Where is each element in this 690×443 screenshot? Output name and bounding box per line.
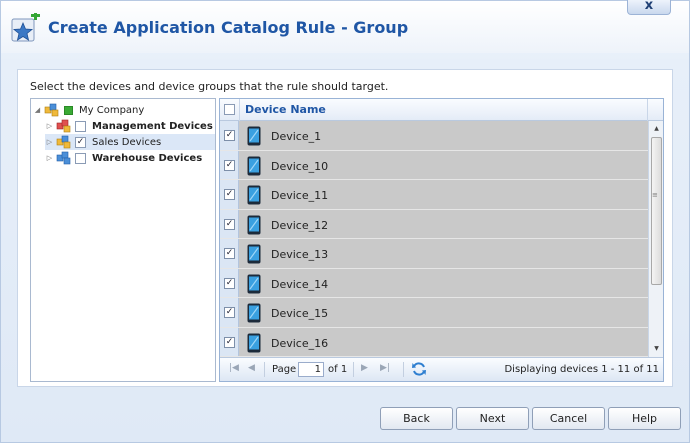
row-check-cell: ✓ <box>220 180 239 209</box>
row-checkbox[interactable]: ✓ <box>224 189 235 200</box>
tree-node-root[interactable]: ◢ My Company <box>33 102 215 118</box>
dialog-header: Create Application Catalog Rule - Group … <box>1 0 689 53</box>
warehouse-devices-checkbox[interactable] <box>75 152 86 164</box>
close-button[interactable]: x <box>627 0 671 15</box>
root-partial-checkbox[interactable] <box>64 105 73 115</box>
row-check-cell: ✓ <box>220 327 239 356</box>
pager-divider <box>403 362 404 377</box>
mobile-device-icon <box>247 333 261 352</box>
create-rule-dialog: Create Application Catalog Rule - Group … <box>0 0 690 443</box>
pager-divider <box>353 362 354 377</box>
vertical-scrollbar[interactable]: ▲ ≡ ▼ <box>648 121 663 357</box>
group-folder-icon <box>56 135 71 149</box>
expand-arrow-icon[interactable]: ▷ <box>45 122 54 130</box>
table-row[interactable]: ✓ Device_14 <box>220 268 648 298</box>
page-label: Page <box>272 364 297 375</box>
paging-status: Displaying devices 1 - 11 of 11 <box>504 364 659 375</box>
paging-toolbar: |◀ ◀ Page 1 of 1 ▶ ▶| Displaying devices… <box>220 357 663 381</box>
header-divider <box>647 99 648 121</box>
catalog-rule-icon <box>11 13 40 42</box>
device-group-tree: ◢ My Company ▷ Management Devices ▷ ✓ Sa… <box>30 98 216 382</box>
next-page-icon[interactable]: ▶ <box>361 363 368 373</box>
next-button[interactable]: Next <box>456 407 529 430</box>
select-all-checkbox[interactable] <box>224 104 235 115</box>
back-button[interactable]: Back <box>380 407 453 430</box>
mobile-device-icon <box>247 303 261 323</box>
device-name: Device_13 <box>271 248 329 261</box>
row-checkbox[interactable]: ✓ <box>224 159 235 171</box>
grid-rows: ✓ Device_1 ✓ Device_10 ✓ Device_11 ✓ Dev… <box>220 121 648 357</box>
mobile-device-icon <box>247 274 261 293</box>
cancel-button[interactable]: Cancel <box>532 407 605 430</box>
device-name: Device_10 <box>271 159 329 173</box>
page-number-input[interactable]: 1 <box>298 362 324 377</box>
device-name: Device_12 <box>271 218 329 232</box>
grid-header: Device Name <box>220 99 663 121</box>
table-row[interactable]: ✓ Device_11 <box>220 180 648 210</box>
scroll-thumb[interactable] <box>651 137 662 285</box>
row-checkbox[interactable]: ✓ <box>224 218 235 230</box>
table-row[interactable]: ✓ Device_1 <box>220 121 648 151</box>
tree-node-label: My Company <box>79 104 145 116</box>
group-folder-icon <box>44 103 59 117</box>
tree-node-label: Warehouse Devices <box>92 152 203 164</box>
scroll-down-icon[interactable]: ▼ <box>649 343 664 355</box>
row-check-cell: ✓ <box>220 121 239 150</box>
row-check-cell: ✓ <box>220 298 239 327</box>
page-count-label: of 1 <box>328 364 348 375</box>
mobile-device-icon <box>247 156 261 175</box>
row-checkbox[interactable]: ✓ <box>224 130 235 141</box>
row-check-cell: ✓ <box>220 268 239 297</box>
last-page-icon[interactable]: ▶| <box>380 363 390 373</box>
mobile-device-icon <box>247 126 261 146</box>
tree-node-management-devices[interactable]: ▷ Management Devices <box>45 118 215 134</box>
column-header-device-name[interactable]: Device Name <box>245 103 326 116</box>
mobile-device-icon <box>247 185 261 205</box>
sales-devices-checkbox[interactable]: ✓ <box>75 136 86 148</box>
scroll-grip-icon: ≡ <box>652 191 658 199</box>
tree-node-sales-devices[interactable]: ▷ ✓ Sales Devices <box>45 134 215 150</box>
instructions-text: Select the devices and device groups tha… <box>30 80 389 93</box>
management-devices-checkbox[interactable] <box>75 120 86 132</box>
expand-arrow-icon[interactable]: ▷ <box>45 138 54 146</box>
tree-node-label: Management Devices <box>92 120 213 132</box>
table-row[interactable]: ✓ Device_10 <box>220 150 648 180</box>
refresh-icon[interactable] <box>411 361 427 377</box>
tree-node-warehouse-devices[interactable]: ▷ Warehouse Devices <box>45 150 215 166</box>
table-row[interactable]: ✓ Device_16 <box>220 327 648 357</box>
row-checkbox[interactable]: ✓ <box>224 248 235 259</box>
table-row[interactable]: ✓ Device_15 <box>220 298 648 328</box>
row-checkbox[interactable]: ✓ <box>224 277 235 289</box>
scroll-up-icon[interactable]: ▲ <box>649 123 664 135</box>
device-name: Device_16 <box>271 336 329 350</box>
row-checkbox[interactable]: ✓ <box>224 336 235 348</box>
group-folder-icon <box>56 119 71 133</box>
device-grid: Device Name ✓ Device_1 ✓ Device_10 ✓ Dev… <box>219 98 664 382</box>
table-row[interactable]: ✓ Device_13 <box>220 239 648 269</box>
header-divider <box>239 99 240 121</box>
row-checkbox[interactable]: ✓ <box>224 307 235 318</box>
table-row[interactable]: ✓ Device_12 <box>220 209 648 239</box>
mobile-device-icon <box>247 215 261 234</box>
row-check-cell: ✓ <box>220 209 239 238</box>
pager-divider <box>264 362 265 377</box>
row-check-cell: ✓ <box>220 150 239 179</box>
row-check-cell: ✓ <box>220 239 239 268</box>
device-name: Device_1 <box>271 130 322 143</box>
previous-page-icon[interactable]: ◀ <box>248 363 255 373</box>
tree-node-label: Sales Devices <box>92 136 162 148</box>
first-page-icon[interactable]: |◀ <box>229 363 239 373</box>
dialog-title: Create Application Catalog Rule - Group <box>48 18 409 37</box>
expand-arrow-icon[interactable]: ▷ <box>45 154 54 162</box>
device-name: Device_11 <box>271 189 329 202</box>
help-button[interactable]: Help <box>608 407 681 430</box>
collapse-arrow-icon[interactable]: ◢ <box>33 106 42 114</box>
group-folder-icon <box>56 151 71 165</box>
device-name: Device_15 <box>271 307 329 320</box>
device-name: Device_14 <box>271 277 329 291</box>
mobile-device-icon <box>247 244 261 264</box>
content-panel: Select the devices and device groups tha… <box>17 69 673 387</box>
